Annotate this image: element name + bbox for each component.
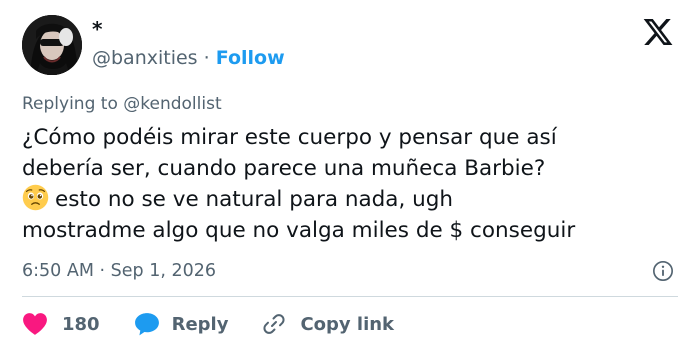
tweet-date: Sep 1, 2026 bbox=[110, 261, 217, 281]
tweet-timestamp[interactable]: 6:50 AM · Sep 1, 2026 bbox=[22, 259, 216, 283]
reply-button[interactable]: Reply bbox=[134, 312, 229, 336]
avatar-image bbox=[22, 15, 82, 75]
author-handle[interactable]: @banxities bbox=[92, 47, 198, 69]
copy-link-label: Copy link bbox=[300, 313, 395, 335]
avatar[interactable] bbox=[22, 15, 82, 75]
info-icon[interactable] bbox=[652, 260, 674, 282]
tweet-line: ¿Cómo podéis mirar este cuerpo y pensar … bbox=[22, 125, 557, 150]
reply-mention-link[interactable]: @kendollist bbox=[123, 94, 221, 114]
tweet-text: ¿Cómo podéis mirar este cuerpo y pensar … bbox=[22, 122, 682, 246]
tweet-line-text: esto no se ve natural para nada, ugh bbox=[55, 187, 454, 212]
speech-bubble-icon bbox=[134, 313, 159, 336]
tweet-line: esto no se ve natural para nada, ugh bbox=[22, 184, 682, 215]
tweet-time: 6:50 AM bbox=[22, 261, 94, 281]
replying-to-label: Replying to bbox=[22, 94, 118, 114]
follow-button[interactable]: Follow bbox=[216, 47, 285, 69]
like-button[interactable]: 180 bbox=[22, 312, 100, 336]
x-logo-icon[interactable] bbox=[641, 16, 675, 48]
replying-to: Replying to @kendollist bbox=[22, 92, 222, 116]
author-handle-row: @banxities · Follow bbox=[92, 46, 285, 70]
heart-icon bbox=[23, 313, 47, 335]
action-bar: 180 Reply Copy link bbox=[22, 309, 394, 339]
pleading-face-emoji-icon bbox=[22, 184, 49, 211]
timestamp-separator: · bbox=[99, 261, 106, 281]
tweet-line: debería ser, cuando parece una muñeca Ba… bbox=[22, 156, 546, 181]
reply-label: Reply bbox=[171, 313, 229, 335]
like-count: 180 bbox=[62, 313, 100, 335]
copy-link-button[interactable]: Copy link bbox=[262, 312, 394, 336]
tweet-line: mostradme algo que no valga miles de $ c… bbox=[22, 218, 576, 243]
divider bbox=[22, 296, 678, 297]
handle-separator: · bbox=[203, 47, 210, 69]
author-display-name[interactable]: * bbox=[92, 18, 102, 40]
link-icon bbox=[263, 314, 285, 334]
